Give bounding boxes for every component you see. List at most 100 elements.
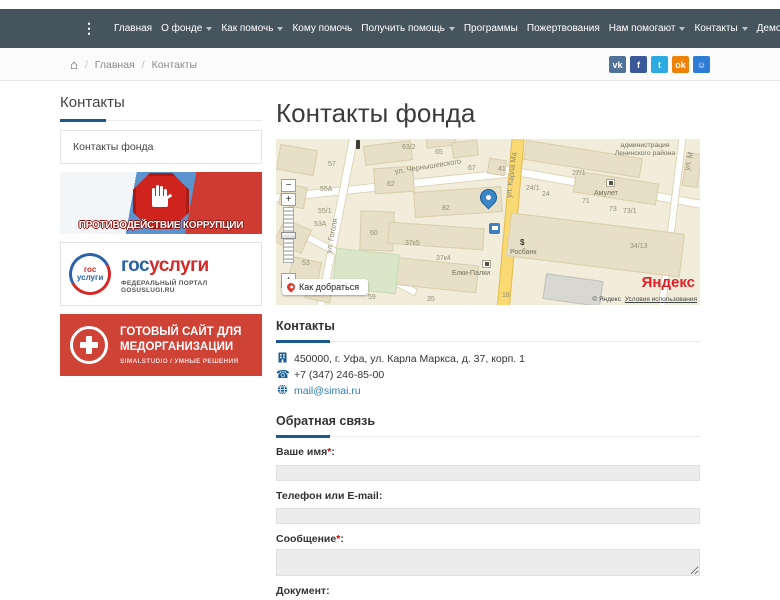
map-building bbox=[506, 213, 685, 278]
map-building bbox=[451, 139, 479, 158]
main-content: Контакты фонда bbox=[276, 94, 700, 600]
zoom-in-button[interactable]: + bbox=[281, 193, 296, 206]
map-label-amulet: Амулет bbox=[594, 190, 618, 197]
nav-menu: Главная О фонде Как помочь Кому помочь Получ… bbox=[114, 23, 780, 34]
phone-text: +7 (347) 246-85-00 bbox=[294, 369, 384, 381]
chevron-down-icon bbox=[277, 27, 283, 31]
social-icon[interactable]: ok bbox=[672, 56, 689, 73]
social-glyph: ok bbox=[675, 60, 686, 70]
contacts-section: Контакты 450000, г. Уфа, ул. Карла Маркс… bbox=[276, 319, 700, 398]
gosuslugi-logo-icon: гос услуги bbox=[64, 248, 117, 301]
nav-item[interactable]: Главная bbox=[114, 23, 152, 34]
map-copyright: © Яндекс bbox=[592, 296, 620, 303]
map-attribution: © Яндекс Условия использования bbox=[592, 296, 697, 303]
route-button[interactable]: Как добраться bbox=[282, 279, 368, 295]
social-links: vkf t ok ☺ bbox=[609, 56, 710, 73]
zoom-out-button[interactable]: − bbox=[281, 179, 296, 192]
nav-item-label: Демо bbox=[757, 23, 780, 34]
route-button-label: Как добраться bbox=[299, 282, 359, 292]
map-building-number: 35 bbox=[427, 296, 435, 303]
breadcrumb-link-home[interactable]: Главная bbox=[78, 59, 135, 71]
map-building bbox=[387, 222, 484, 251]
message-field[interactable] bbox=[276, 549, 700, 576]
nav-item-label: Пожертвования bbox=[527, 23, 600, 34]
breadcrumb-current: Контакты bbox=[135, 59, 197, 71]
yandex-logo[interactable]: Яндекс bbox=[642, 274, 695, 291]
globe-icon bbox=[276, 384, 288, 398]
sidebar-heading: Контакты bbox=[60, 94, 262, 121]
bank-icon: $ bbox=[520, 238, 524, 247]
social-icon[interactable]: f bbox=[630, 56, 647, 73]
phone-email-field[interactable] bbox=[276, 508, 700, 524]
main-navigation: ⋮ Главная О фонде Как помочь Кому помочь Пол… bbox=[0, 9, 780, 48]
map-building-number: 65 bbox=[435, 149, 443, 156]
social-glyph: vk bbox=[612, 60, 622, 70]
map-building-number: 53 bbox=[302, 260, 310, 267]
map-terms-link[interactable]: Условия использования bbox=[625, 296, 697, 303]
gosuslugi-logo-text2: услуги bbox=[77, 274, 103, 282]
phone-email-label: Телефон или E-mail: bbox=[276, 490, 700, 502]
message-label: Сообщение*: bbox=[276, 533, 700, 545]
nav-item[interactable]: Контакты bbox=[694, 23, 747, 34]
nav-item-label: Кому помочь bbox=[292, 23, 352, 34]
nav-item[interactable]: О фонде bbox=[161, 23, 212, 34]
zoom-slider[interactable] bbox=[283, 207, 294, 263]
medical-cross-icon bbox=[70, 326, 108, 364]
name-field[interactable] bbox=[276, 465, 700, 481]
feedback-form: Обратная связь Ваше имя*: Телефон или E-… bbox=[276, 414, 700, 600]
nav-item[interactable]: Пожертвования bbox=[527, 23, 600, 34]
address-text: 450000, г. Уфа, ул. Карла Маркса, д. 37,… bbox=[294, 353, 525, 365]
zoom-slider-handle[interactable] bbox=[281, 232, 296, 239]
chevron-down-icon bbox=[679, 27, 685, 31]
email-row: mail@simai.ru bbox=[276, 384, 700, 398]
email-link[interactable]: mail@simai.ru bbox=[294, 385, 361, 397]
nav-item[interactable]: Кому помочь bbox=[292, 23, 352, 34]
sidebar-item-contacts[interactable]: Контакты фонда bbox=[61, 131, 261, 163]
social-glyph: ☺ bbox=[697, 60, 706, 70]
sidebar: Контакты Контакты фонда ПРОТИВОДЕЙСТВИЕ … bbox=[60, 94, 262, 600]
home-icon[interactable]: ⌂ bbox=[70, 58, 78, 71]
map-building-number: 67 bbox=[468, 165, 476, 172]
social-icon[interactable]: t bbox=[651, 56, 668, 73]
map-building-number: 63/2 bbox=[402, 144, 416, 151]
map-building-number: 27/1 bbox=[572, 170, 586, 177]
menu-dots-icon[interactable]: ⋮ bbox=[82, 20, 96, 37]
nav-item[interactable]: Программы bbox=[464, 23, 518, 34]
hotel-icon bbox=[606, 179, 615, 187]
map-zoom-control: − + + bbox=[281, 179, 296, 289]
map-label-elki: Елки-Палки bbox=[452, 270, 490, 277]
banner-anticorruption-caption: ПРОТИВОДЕЙСТВИЕ КОРРУПЦИИ bbox=[60, 220, 262, 231]
page-title: Контакты фонда bbox=[276, 98, 700, 129]
banner-gosuslugi[interactable]: гос услуги госуслуги ФЕДЕРАЛЬНЫЙ ПОРТАЛ … bbox=[60, 242, 262, 306]
yandex-map[interactable]: 5755А55/153А536263/26567826037к537к45935… bbox=[276, 139, 700, 305]
medsite-title-line1: ГОТОВЫЙ САЙТ ДЛЯ bbox=[120, 325, 241, 339]
map-building-number: 37к5 bbox=[405, 240, 420, 247]
map-building-number: 53А bbox=[314, 221, 326, 228]
nav-item-label: Контакты bbox=[694, 23, 737, 34]
phone-row: ☎ +7 (347) 246-85-00 bbox=[276, 369, 700, 381]
nav-item[interactable]: Демо bbox=[757, 23, 780, 34]
banner-medsite[interactable]: ГОТОВЫЙ САЙТ ДЛЯ МЕДОРГАНИЗАЦИИ SIMAI.ST… bbox=[60, 314, 262, 376]
map-building-number: 62 bbox=[387, 181, 395, 188]
nav-item-label: Главная bbox=[114, 23, 152, 34]
map-label-rosbank: Росбанк bbox=[510, 249, 536, 256]
medsite-subtitle: SIMAI.STUDIO / УМНЫЕ РЕШЕНИЯ bbox=[120, 358, 241, 365]
feedback-heading: Обратная связь bbox=[276, 414, 700, 437]
nav-item[interactable]: Нам помогают bbox=[609, 23, 686, 34]
nav-item[interactable]: Как помочь bbox=[221, 23, 283, 34]
nav-item-label: Нам помогают bbox=[609, 23, 676, 34]
social-glyph: t bbox=[658, 60, 661, 70]
chevron-down-icon bbox=[449, 27, 455, 31]
phone-icon: ☎ bbox=[276, 370, 288, 381]
nav-item[interactable]: Получить помощь bbox=[361, 23, 455, 34]
map-building-number: 60 bbox=[370, 230, 378, 237]
map-building-number: 59 bbox=[368, 294, 376, 301]
map-building-number: 82 bbox=[442, 205, 450, 212]
chevron-down-icon bbox=[742, 27, 748, 31]
banner-anticorruption[interactable]: ПРОТИВОДЕЙСТВИЕ КОРРУПЦИИ bbox=[60, 172, 262, 234]
nav-item-label: Как помочь bbox=[221, 23, 273, 34]
social-icon[interactable]: ☺ bbox=[693, 56, 710, 73]
map-building-number: 24/1 bbox=[526, 185, 540, 192]
map-building-number: 37к4 bbox=[436, 255, 451, 262]
social-icon[interactable]: vk bbox=[609, 56, 626, 73]
